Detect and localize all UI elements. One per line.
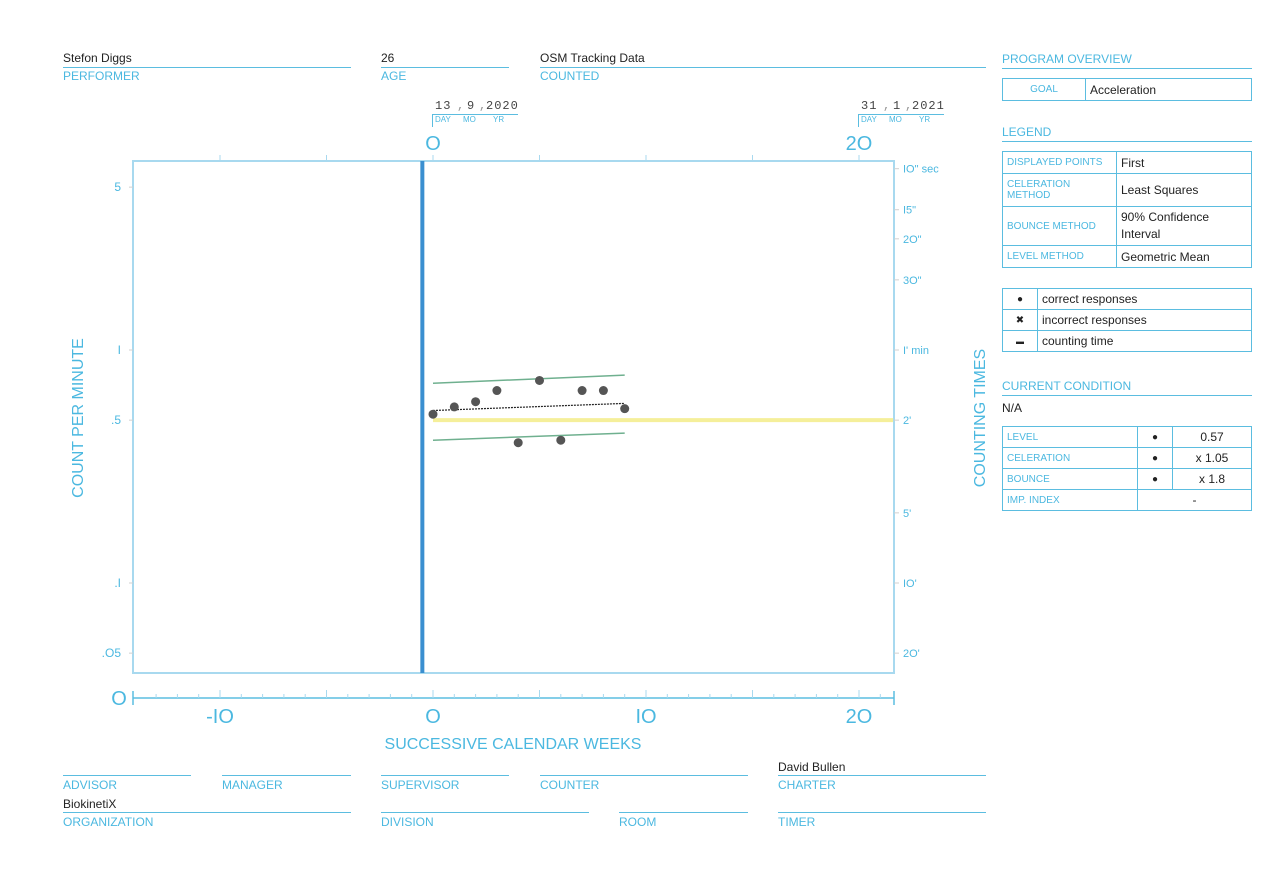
counting-time-dash-icon: ▬	[1002, 330, 1038, 352]
legend-symbol-label: incorrect responses	[1037, 309, 1252, 331]
x-axis-tick-label: IO	[635, 706, 656, 728]
division-label: DIVISION	[381, 815, 434, 829]
correct-dot-icon: ●	[1002, 288, 1038, 310]
y-axis-right-title: COUNTING TIMES	[972, 349, 989, 487]
top-axis-tick-label: 2O	[846, 133, 873, 155]
x-axis-tick-label: -IO	[206, 706, 234, 728]
section-divider	[1002, 395, 1252, 396]
timer-label: TIMER	[778, 815, 816, 829]
goal-label: GOAL	[1002, 78, 1086, 101]
legend-value[interactable]: Least Squares	[1116, 173, 1252, 207]
legend-key: LEVEL METHOD	[1002, 245, 1117, 268]
top-axis-tick-label: O	[425, 133, 441, 155]
counter-label: COUNTER	[540, 778, 600, 792]
dot-icon: ●	[1137, 447, 1173, 469]
y-axis-tick-label: .I	[114, 576, 121, 590]
goal-table: GOAL Acceleration	[1002, 78, 1252, 101]
incorrect-x-icon: ✖	[1002, 309, 1038, 331]
legend-value[interactable]: First	[1116, 151, 1252, 174]
data-point-correct[interactable]	[577, 386, 587, 396]
supervisor-label: SUPERVISOR	[381, 778, 460, 792]
advisor-label: ADVISOR	[63, 778, 118, 792]
manager-underline	[222, 775, 351, 776]
legend-key: DISPLAYED POINTS	[1002, 151, 1117, 174]
right-axis-tick-label: 2O'	[903, 648, 920, 660]
condition-key: BOUNCE	[1002, 468, 1138, 490]
dot-icon: ●	[1137, 468, 1173, 490]
division-underline	[381, 812, 589, 813]
right-axis-tick-label: I5"	[903, 205, 916, 217]
charter-label: CHARTER	[778, 778, 836, 792]
data-point-correct[interactable]	[556, 435, 566, 445]
right-axis-tick-label: 3O"	[903, 275, 922, 287]
legend-symbol-label: correct responses	[1037, 288, 1252, 310]
right-axis-tick-label: 2O"	[903, 234, 922, 246]
bounce-lower-line	[432, 432, 625, 441]
x-axis-title: SUCCESSIVE CALENDAR WEEKS	[385, 736, 642, 753]
data-point-correct[interactable]	[471, 397, 481, 407]
legend-value[interactable]: 90% Confidence Interval	[1116, 206, 1252, 246]
y-axis-tick-label: 5	[114, 180, 121, 194]
level-value: 0.57	[1172, 426, 1252, 448]
organization-label: ORGANIZATION	[63, 815, 154, 829]
current-condition-table: LEVEL ● 0.57 CELERATION ● x 1.05 BOUNCE ● x 1.…	[1002, 426, 1252, 511]
plot-frame	[132, 160, 895, 674]
y-axis-tick-label: .O5	[102, 646, 122, 660]
x-axis-origin-label: O	[111, 688, 127, 710]
data-point-correct[interactable]	[513, 438, 523, 448]
y-axis-title: COUNT PER MINUTE	[70, 338, 87, 498]
celeration-line	[432, 402, 625, 412]
counter-underline	[540, 775, 748, 776]
data-point-correct[interactable]	[598, 386, 608, 396]
supervisor-underline	[381, 775, 509, 776]
data-point-correct[interactable]	[428, 409, 438, 419]
dot-icon: ●	[1137, 426, 1173, 448]
data-point-correct[interactable]	[535, 375, 544, 385]
legend-key: BOUNCE METHOD	[1002, 206, 1117, 246]
legend-value[interactable]: Geometric Mean	[1116, 245, 1252, 268]
charter-underline	[778, 775, 986, 776]
charter-value[interactable]: David Bullen	[778, 760, 845, 774]
goal-value[interactable]: Acceleration	[1085, 78, 1252, 101]
manager-label: MANAGER	[222, 778, 283, 792]
program-overview-title: PROGRAM OVERVIEW	[1002, 52, 1132, 66]
current-condition-value: N/A	[1002, 401, 1023, 415]
legend-symbol-label: counting time	[1037, 330, 1252, 352]
y-axis-tick-label: I	[118, 343, 121, 357]
current-condition-title: CURRENT CONDITION	[1002, 379, 1132, 393]
data-point-correct[interactable]	[620, 404, 630, 414]
condition-key: IMP. INDEX	[1002, 489, 1138, 511]
right-axis-tick-label: 2'	[903, 415, 911, 427]
room-label: ROOM	[619, 815, 657, 829]
right-axis-tick-label: I' min	[903, 345, 929, 357]
organization-underline	[63, 812, 351, 813]
x-axis-tick-label: O	[425, 706, 441, 728]
organization-value[interactable]: BiokinetiX	[63, 797, 116, 811]
timer-underline	[778, 812, 986, 813]
data-point-correct[interactable]	[492, 386, 502, 396]
right-axis-tick-label: IO" sec	[903, 164, 939, 176]
right-axis-tick-label: 5'	[903, 508, 911, 520]
advisor-underline	[63, 775, 191, 776]
bounce-upper-line	[432, 374, 625, 384]
celeration-value: x 1.05	[1172, 447, 1252, 469]
imp-index-value: -	[1137, 489, 1252, 511]
legend-settings-table: DISPLAYED POINTS First CELERATION METHOD L…	[1002, 151, 1252, 268]
legend-symbols-table: ● correct responses ✖ incorrect responses …	[1002, 288, 1252, 352]
x-axis-tick-label: 2O	[846, 706, 873, 728]
condition-key: LEVEL	[1002, 426, 1138, 448]
data-point-correct[interactable]	[449, 402, 459, 412]
section-divider	[1002, 68, 1252, 69]
bounce-value: x 1.8	[1172, 468, 1252, 490]
y-axis-tick-label: .5	[111, 413, 121, 427]
condition-key: CELERATION	[1002, 447, 1138, 469]
legend-key: CELERATION METHOD	[1002, 173, 1117, 207]
legend-title: LEGEND	[1002, 125, 1052, 139]
right-axis-tick-label: IO'	[903, 578, 917, 590]
section-divider	[1002, 141, 1252, 142]
room-underline	[619, 812, 748, 813]
